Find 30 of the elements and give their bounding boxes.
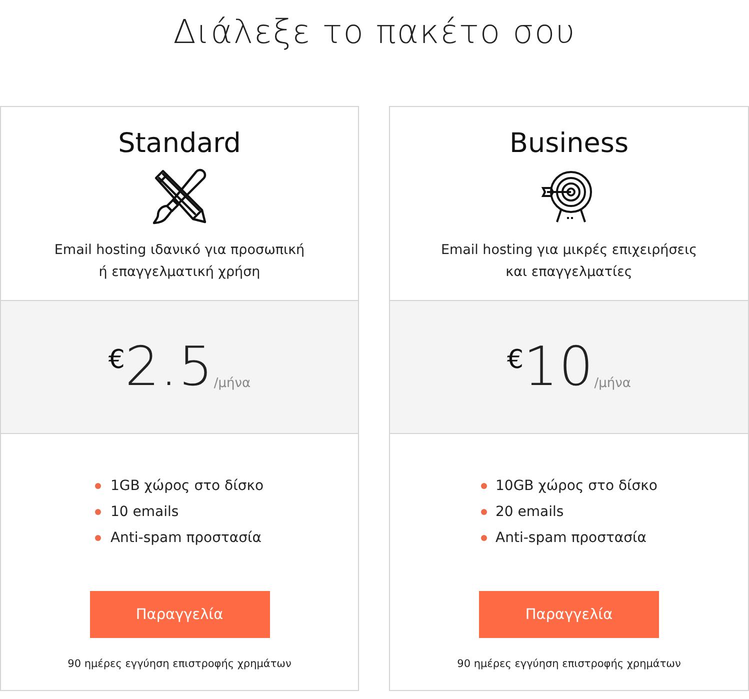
plan-description: και επαγγελματίες [506, 263, 632, 282]
plan-name: Standard [118, 127, 241, 161]
price-amount: 10 [524, 339, 594, 395]
currency-symbol: € [507, 345, 524, 375]
price-period: /μήνα [594, 376, 631, 391]
price-amount: 2.5 [124, 339, 214, 395]
bullet-icon [95, 509, 102, 515]
feature-item: Anti-spam προστασία [496, 529, 646, 548]
bullet-icon [480, 509, 487, 515]
feature-item: 20 emails [496, 503, 564, 522]
bullet-icon [480, 483, 487, 489]
pencil-brush-icon [152, 168, 208, 226]
feature-item: 10 emails [110, 503, 179, 522]
bullet-icon [480, 535, 487, 541]
bullet-icon [95, 483, 102, 489]
feature-item: 10GB χώρος στο δίσκο [496, 477, 658, 496]
feature-item: 1GB χώρος στο δίσκο [110, 477, 264, 496]
guarantee-note: 90 ημέρες εγγύηση επιστροφής χρημάτων [68, 658, 292, 670]
feature-item: Anti-spam προστασία [110, 529, 262, 548]
page-heading: Διάλεξε το πακέτο σου [173, 12, 576, 53]
currency-symbol: € [108, 345, 125, 375]
plan-description: ή επαγγελματική χρήση [98, 263, 260, 282]
plan-description: Email hosting για μικρές επιχειρήσεις [440, 241, 698, 260]
plan-name: Business [509, 127, 629, 161]
bullet-icon [95, 535, 102, 541]
order-button[interactable]: Παραγγελία [479, 591, 659, 638]
plan-description: Email hosting ιδανικό για προσωπική [54, 241, 305, 260]
price-period: /μήνα [214, 376, 251, 391]
order-button[interactable]: Παραγγελία [90, 591, 270, 638]
guarantee-note: 90 ημέρες εγγύηση επιστροφής χρημάτων [457, 658, 681, 670]
